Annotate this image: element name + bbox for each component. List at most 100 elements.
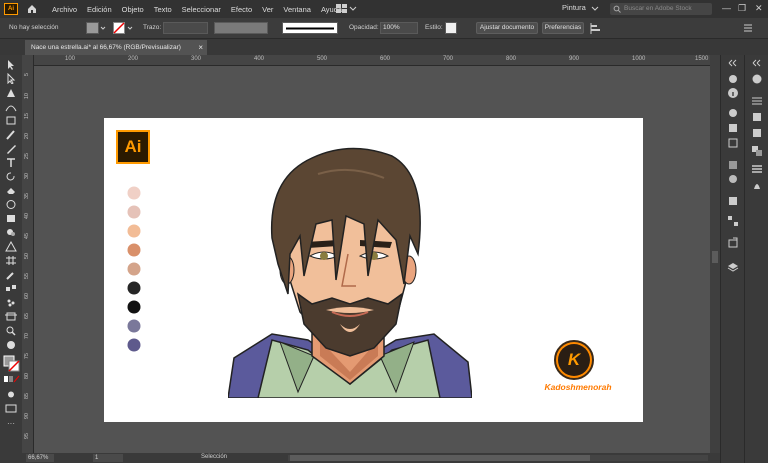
scroll-thumb[interactable] bbox=[712, 251, 718, 263]
k-logo-letter: K bbox=[558, 344, 590, 376]
hand-tool-icon[interactable] bbox=[5, 339, 17, 350]
ruler-tick: 50 bbox=[24, 253, 30, 260]
opacity-field[interactable]: 100% bbox=[380, 22, 418, 34]
chevron-down-icon[interactable] bbox=[591, 5, 599, 13]
minimize-icon[interactable]: — bbox=[722, 3, 731, 13]
pathfinder-icon[interactable] bbox=[751, 145, 763, 157]
palette-swatch bbox=[127, 300, 141, 314]
menu-texto[interactable]: Texto bbox=[154, 5, 172, 14]
adobe-stock-search[interactable]: Buscar en Adobe Stock bbox=[610, 3, 712, 15]
menu-archivo[interactable]: Archivo bbox=[52, 5, 77, 14]
ruler-tick: 95 bbox=[24, 433, 30, 440]
eyedropper-tool-icon[interactable] bbox=[5, 269, 17, 280]
home-icon[interactable] bbox=[26, 3, 38, 15]
menu-seleccionar[interactable]: Seleccionar bbox=[182, 5, 221, 14]
type-tool-icon[interactable] bbox=[5, 157, 17, 168]
paragraph-icon[interactable] bbox=[751, 163, 763, 175]
gradient-icon[interactable] bbox=[727, 159, 739, 171]
eraser-tool-icon[interactable] bbox=[5, 185, 17, 196]
character-illustration bbox=[228, 147, 472, 398]
stroke-none-swatch-icon[interactable] bbox=[113, 22, 125, 34]
color-icon[interactable] bbox=[751, 73, 763, 85]
rotate-tool-icon[interactable] bbox=[5, 171, 17, 182]
free-transform-tool-icon[interactable] bbox=[5, 213, 17, 224]
ruler-tick: 10 bbox=[24, 93, 30, 100]
document-tab-bar: Nace una estrella.ai* al 66,67% (RGB/Pre… bbox=[0, 39, 768, 55]
more-tools-icon[interactable]: ··· bbox=[7, 419, 15, 428]
chevron-down-icon[interactable] bbox=[127, 25, 133, 31]
tools-panel: ··· bbox=[0, 55, 22, 455]
ruler-tick: 20 bbox=[24, 133, 30, 140]
zoom-tool-icon[interactable] bbox=[5, 325, 17, 336]
paintbrush-tool-icon[interactable] bbox=[5, 129, 17, 140]
symbols-icon[interactable] bbox=[727, 122, 739, 134]
brush-stroke-preview bbox=[286, 27, 334, 30]
libraries-icon[interactable] bbox=[751, 179, 763, 191]
zoom-field[interactable]: 66,67% bbox=[26, 454, 54, 462]
menu-efecto[interactable]: Efecto bbox=[231, 5, 252, 14]
transparency-icon[interactable] bbox=[727, 173, 739, 185]
stroke-weight-field[interactable] bbox=[163, 22, 208, 34]
artboard-number-field[interactable]: 1 bbox=[93, 454, 123, 462]
ruler-tick: 55 bbox=[24, 273, 30, 280]
appearance-icon[interactable] bbox=[727, 195, 739, 207]
menu-ventana[interactable]: Ventana bbox=[283, 5, 311, 14]
draw-mode-icon[interactable] bbox=[5, 389, 17, 400]
document-tab[interactable]: Nace una estrella.ai* al 66,67% (RGB/Pre… bbox=[25, 40, 207, 55]
close-window-icon[interactable]: ✕ bbox=[755, 3, 763, 14]
color-mode-icon[interactable] bbox=[3, 375, 20, 383]
panel-menu-icon[interactable] bbox=[744, 24, 756, 32]
scroll-thumb[interactable] bbox=[290, 455, 590, 461]
vertical-scrollbar[interactable] bbox=[710, 55, 720, 453]
export-icon[interactable] bbox=[727, 237, 739, 249]
layers-icon[interactable] bbox=[727, 261, 739, 273]
workspace-switcher[interactable]: Pintura bbox=[562, 3, 590, 15]
rectangle-tool-icon[interactable] bbox=[5, 115, 17, 126]
ruler-tick: 800 bbox=[506, 56, 517, 62]
brushes-icon[interactable] bbox=[727, 107, 739, 119]
menu-edicion[interactable]: Edición bbox=[87, 5, 112, 14]
menu-ver[interactable]: Ver bbox=[262, 5, 273, 14]
maximize-icon[interactable]: ❐ bbox=[738, 3, 746, 14]
arrange-documents-icon[interactable] bbox=[335, 3, 357, 14]
align-icon[interactable] bbox=[590, 23, 602, 34]
blend-tool-icon[interactable] bbox=[5, 283, 17, 294]
artboard-tool-icon[interactable] bbox=[5, 311, 17, 322]
swatches-icon[interactable] bbox=[751, 127, 763, 139]
graphic-style-swatch[interactable] bbox=[445, 22, 457, 34]
collapse-icon[interactable] bbox=[751, 57, 763, 69]
properties-icon[interactable] bbox=[727, 73, 739, 85]
close-tab-icon[interactable]: × bbox=[198, 40, 203, 55]
chevron-down-icon[interactable] bbox=[100, 25, 106, 31]
curvature-tool-icon[interactable] bbox=[5, 101, 17, 112]
symbol-sprayer-tool-icon[interactable] bbox=[5, 297, 17, 308]
character-icon[interactable] bbox=[751, 111, 763, 123]
stroke-panel-icon[interactable] bbox=[751, 95, 763, 107]
pen-tool-icon[interactable] bbox=[5, 87, 17, 98]
variable-width-profile[interactable] bbox=[214, 22, 268, 34]
info-icon[interactable] bbox=[727, 87, 739, 99]
ruler-tick: 500 bbox=[317, 56, 328, 62]
ruler-tick: 15 bbox=[24, 113, 30, 120]
menu-objeto[interactable]: Objeto bbox=[122, 5, 144, 14]
graphic-styles-icon[interactable] bbox=[727, 137, 739, 149]
direct-selection-tool-icon[interactable] bbox=[5, 73, 17, 84]
collapse-icon[interactable] bbox=[727, 57, 739, 69]
perspective-grid-tool-icon[interactable] bbox=[5, 241, 17, 252]
horizontal-scrollbar[interactable] bbox=[288, 455, 708, 461]
shape-builder-tool-icon[interactable] bbox=[5, 227, 17, 238]
screen-mode-icon[interactable] bbox=[5, 403, 17, 414]
ruler-tick: 75 bbox=[24, 353, 30, 360]
search-icon bbox=[613, 5, 621, 13]
selection-tool-icon[interactable] bbox=[5, 59, 17, 70]
preferences-button[interactable]: Preferencias bbox=[542, 22, 584, 34]
artboard[interactable]: Ai K Kadoshmenorah bbox=[104, 118, 643, 422]
fill-swatch[interactable] bbox=[86, 22, 99, 34]
ruler-tick: 35 bbox=[24, 193, 30, 200]
adjust-document-button[interactable]: Ajustar documento bbox=[476, 22, 538, 34]
align-panel-icon[interactable] bbox=[727, 215, 739, 227]
fill-stroke-indicator-icon[interactable] bbox=[3, 355, 20, 372]
warp-tool-icon[interactable] bbox=[5, 199, 17, 210]
pencil-tool-icon[interactable] bbox=[5, 143, 17, 154]
mesh-tool-icon[interactable] bbox=[5, 255, 17, 266]
